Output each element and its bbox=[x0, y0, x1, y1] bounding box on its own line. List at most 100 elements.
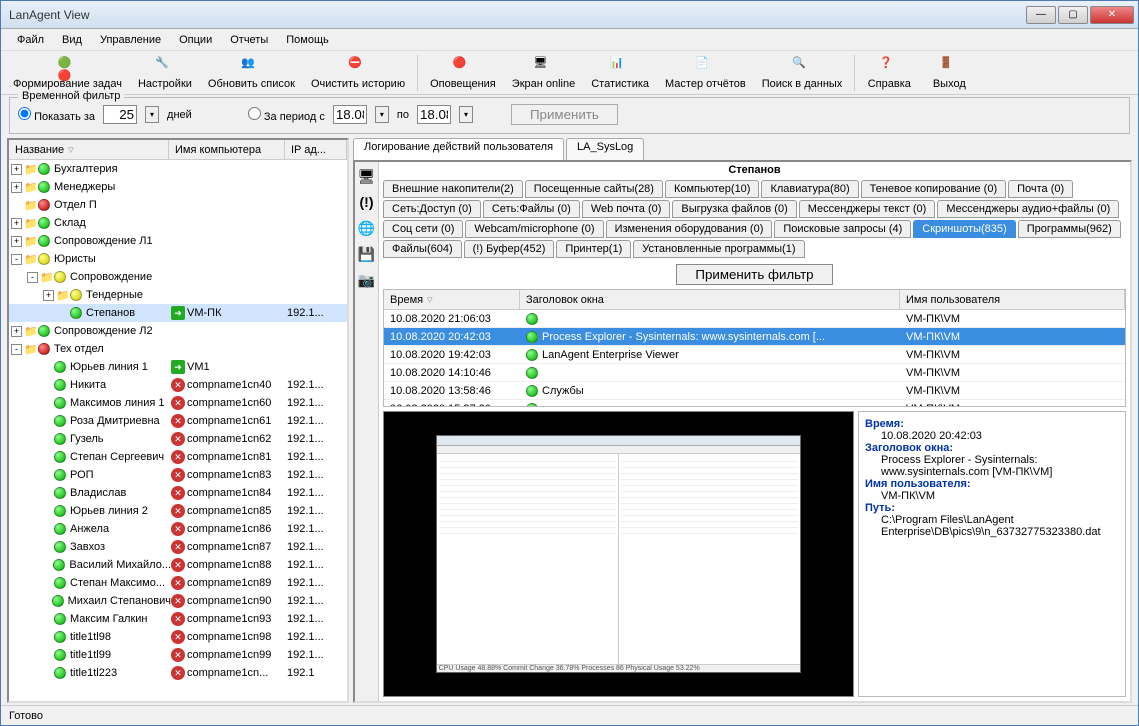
tree-user-row[interactable]: Владислав✕compname1cn84192.1... bbox=[9, 484, 347, 502]
category-tab[interactable]: Клавиатура(80) bbox=[761, 180, 858, 198]
tree-folder-row[interactable]: 📁Отдел П bbox=[9, 196, 347, 214]
date-from-input[interactable] bbox=[333, 105, 367, 124]
category-tab[interactable]: Посещенные сайты(28) bbox=[525, 180, 663, 198]
minimize-button[interactable]: — bbox=[1026, 6, 1056, 24]
record-row[interactable]: 06.08.2020 15:37:20VM-ПК\VM bbox=[384, 400, 1125, 406]
maximize-button[interactable]: ▢ bbox=[1058, 6, 1088, 24]
rec-header-title[interactable]: Заголовок окна bbox=[520, 290, 900, 309]
tree-user-row[interactable]: Василий Михайло...✕compname1cn88192.1... bbox=[9, 556, 347, 574]
tree-folder-row[interactable]: +📁Менеджеры bbox=[9, 178, 347, 196]
tree-header-name[interactable]: Название▽ bbox=[9, 140, 169, 159]
apply-filter-button[interactable]: Применить фильтр bbox=[676, 264, 832, 285]
tree-folder-row[interactable]: +📁Бухгалтерия bbox=[9, 160, 347, 178]
category-tab[interactable]: Файлы(604) bbox=[383, 240, 462, 258]
screenshot-preview[interactable]: CPU Usage 48.88% Commit Change 36.78% Pr… bbox=[383, 411, 854, 697]
log-tab[interactable]: Логирование действий пользователя bbox=[353, 138, 564, 160]
date-to-input[interactable] bbox=[417, 105, 451, 124]
period-radio[interactable]: За период с bbox=[248, 107, 325, 123]
tree-user-row[interactable]: title1tl99✕compname1cn99192.1... bbox=[9, 646, 347, 664]
camera-icon[interactable]: 📷 bbox=[358, 272, 376, 290]
alert-icon[interactable]: (!) bbox=[358, 194, 376, 212]
menu-item[interactable]: Вид bbox=[54, 32, 90, 48]
record-row[interactable]: 10.08.2020 21:06:03VM-ПК\VM bbox=[384, 310, 1125, 328]
menu-item[interactable]: Отчеты bbox=[222, 32, 276, 48]
category-tab[interactable]: Программы(962) bbox=[1018, 220, 1121, 238]
tree-folder-row[interactable]: +📁Склад bbox=[9, 214, 347, 232]
record-row[interactable]: 10.08.2020 14:10:46VM-ПК\VM bbox=[384, 364, 1125, 382]
category-tab[interactable]: Скриншоты(835) bbox=[913, 220, 1015, 238]
category-tab[interactable]: Теневое копирование (0) bbox=[861, 180, 1007, 198]
category-tab[interactable]: Поисковые запросы (4) bbox=[774, 220, 911, 238]
category-tab[interactable]: Компьютер(10) bbox=[665, 180, 760, 198]
close-button[interactable]: ✕ bbox=[1090, 6, 1134, 24]
tree-user-row[interactable]: Максимов линия 1✕compname1cn60192.1... bbox=[9, 394, 347, 412]
tree-user-row[interactable]: Степан Сергеевич✕compname1cn81192.1... bbox=[9, 448, 347, 466]
record-row[interactable]: 10.08.2020 20:42:03Process Explorer - Sy… bbox=[384, 328, 1125, 346]
menu-item[interactable]: Помощь bbox=[278, 32, 337, 48]
toolbar-button[interactable]: ❓Справка bbox=[859, 54, 919, 92]
tree-folder-row[interactable]: -📁Сопровождение bbox=[9, 268, 347, 286]
category-tab[interactable]: Сеть:Доступ (0) bbox=[383, 200, 481, 218]
menu-item[interactable]: Опции bbox=[171, 32, 220, 48]
tree-user-row[interactable]: Завхоз✕compname1cn87192.1... bbox=[9, 538, 347, 556]
records-body[interactable]: 10.08.2020 21:06:03VM-ПК\VM10.08.2020 20… bbox=[384, 310, 1125, 406]
days-spinner[interactable]: ▾ bbox=[145, 106, 159, 123]
category-tab[interactable]: Web почта (0) bbox=[582, 200, 671, 218]
tree-user-row[interactable]: Анжела✕compname1cn86192.1... bbox=[9, 520, 347, 538]
apply-time-filter-button[interactable]: Применить bbox=[511, 104, 618, 125]
toolbar-button[interactable]: 📄Мастер отчётов bbox=[657, 54, 754, 92]
expand-icon[interactable]: - bbox=[11, 344, 22, 355]
days-input[interactable] bbox=[103, 105, 137, 124]
expand-icon[interactable]: - bbox=[11, 254, 22, 265]
tree-body[interactable]: +📁Бухгалтерия+📁Менеджеры📁Отдел П+📁Склад+… bbox=[9, 160, 347, 701]
expand-icon[interactable]: + bbox=[11, 218, 22, 229]
category-tab[interactable]: Сеть:Файлы (0) bbox=[483, 200, 580, 218]
log-tab[interactable]: LA_SysLog bbox=[566, 138, 644, 160]
toolbar-button[interactable]: 🚪Выход bbox=[919, 54, 979, 92]
category-tab[interactable]: Изменения оборудования (0) bbox=[606, 220, 773, 238]
expand-icon[interactable]: + bbox=[43, 290, 54, 301]
category-tab[interactable]: Мессенджеры аудио+файлы (0) bbox=[937, 200, 1119, 218]
expand-icon[interactable]: + bbox=[11, 182, 22, 193]
rec-header-user[interactable]: Имя пользователя bbox=[900, 290, 1125, 309]
toolbar-button[interactable]: ⛔Очистить историю bbox=[303, 54, 413, 92]
expand-icon[interactable]: + bbox=[11, 236, 22, 247]
tree-folder-row[interactable]: -📁Юристы bbox=[9, 250, 347, 268]
tree-folder-row[interactable]: -📁Тех отдел bbox=[9, 340, 347, 358]
category-tab[interactable]: Мессенджеры текст (0) bbox=[799, 200, 936, 218]
tree-header-comp[interactable]: Имя компьютера bbox=[169, 140, 285, 159]
category-tab[interactable]: Внешние накопители(2) bbox=[383, 180, 523, 198]
toolbar-button[interactable]: 👥Обновить список bbox=[200, 54, 303, 92]
category-tab[interactable]: Почта (0) bbox=[1008, 180, 1073, 198]
toolbar-button[interactable]: 🔍Поиск в данных bbox=[754, 54, 851, 92]
tree-header-ip[interactable]: IP ад... bbox=[285, 140, 347, 159]
tree-user-row[interactable]: Максим Галкин✕compname1cn93192.1... bbox=[9, 610, 347, 628]
record-row[interactable]: 10.08.2020 13:58:46СлужбыVM-ПК\VM bbox=[384, 382, 1125, 400]
menu-item[interactable]: Управление bbox=[92, 32, 169, 48]
date-from-dropdown[interactable]: ▾ bbox=[375, 106, 389, 123]
date-to-dropdown[interactable]: ▾ bbox=[459, 106, 473, 123]
tree-folder-row[interactable]: +📁Тендерные bbox=[9, 286, 347, 304]
tree-user-row[interactable]: Михаил Степанович✕compname1cn90192.1... bbox=[9, 592, 347, 610]
category-tab[interactable]: Установленные программы(1) bbox=[633, 240, 804, 258]
drive-icon[interactable]: 💾 bbox=[358, 246, 376, 264]
toolbar-button[interactable]: 🔴Оповещения bbox=[422, 54, 504, 92]
toolbar-button[interactable]: 📊Статистика bbox=[583, 54, 657, 92]
tree-user-row[interactable]: Юрьев линия 2✕compname1cn85192.1... bbox=[9, 502, 347, 520]
tree-user-row[interactable]: Юрьев линия 1➜VM1 bbox=[9, 358, 347, 376]
tree-user-row[interactable]: Степан Максимо...✕compname1cn89192.1... bbox=[9, 574, 347, 592]
category-tab[interactable]: (!) Буфер(452) bbox=[464, 240, 555, 258]
tree-user-row[interactable]: Гузель✕compname1cn62192.1... bbox=[9, 430, 347, 448]
tree-user-row[interactable]: РОП✕compname1cn83192.1... bbox=[9, 466, 347, 484]
tree-user-row[interactable]: Роза Дмитриевна✕compname1cn61192.1... bbox=[9, 412, 347, 430]
toolbar-button[interactable]: 🔧Настройки bbox=[130, 54, 200, 92]
rec-header-time[interactable]: Время▽ bbox=[384, 290, 520, 309]
category-tab[interactable]: Webcam/microphone (0) bbox=[465, 220, 603, 238]
expand-icon[interactable]: - bbox=[27, 272, 38, 283]
tree-user-row[interactable]: Степанов➜VM-ПК192.1... bbox=[9, 304, 347, 322]
tree-user-row[interactable]: title1tl223✕compname1cn...192.1 bbox=[9, 664, 347, 682]
category-tab[interactable]: Принтер(1) bbox=[556, 240, 631, 258]
tree-folder-row[interactable]: +📁Сопровождение Л2 bbox=[9, 322, 347, 340]
toolbar-button[interactable]: 🖥Экран online bbox=[504, 54, 583, 92]
category-tab[interactable]: Выгрузка файлов (0) bbox=[672, 200, 796, 218]
